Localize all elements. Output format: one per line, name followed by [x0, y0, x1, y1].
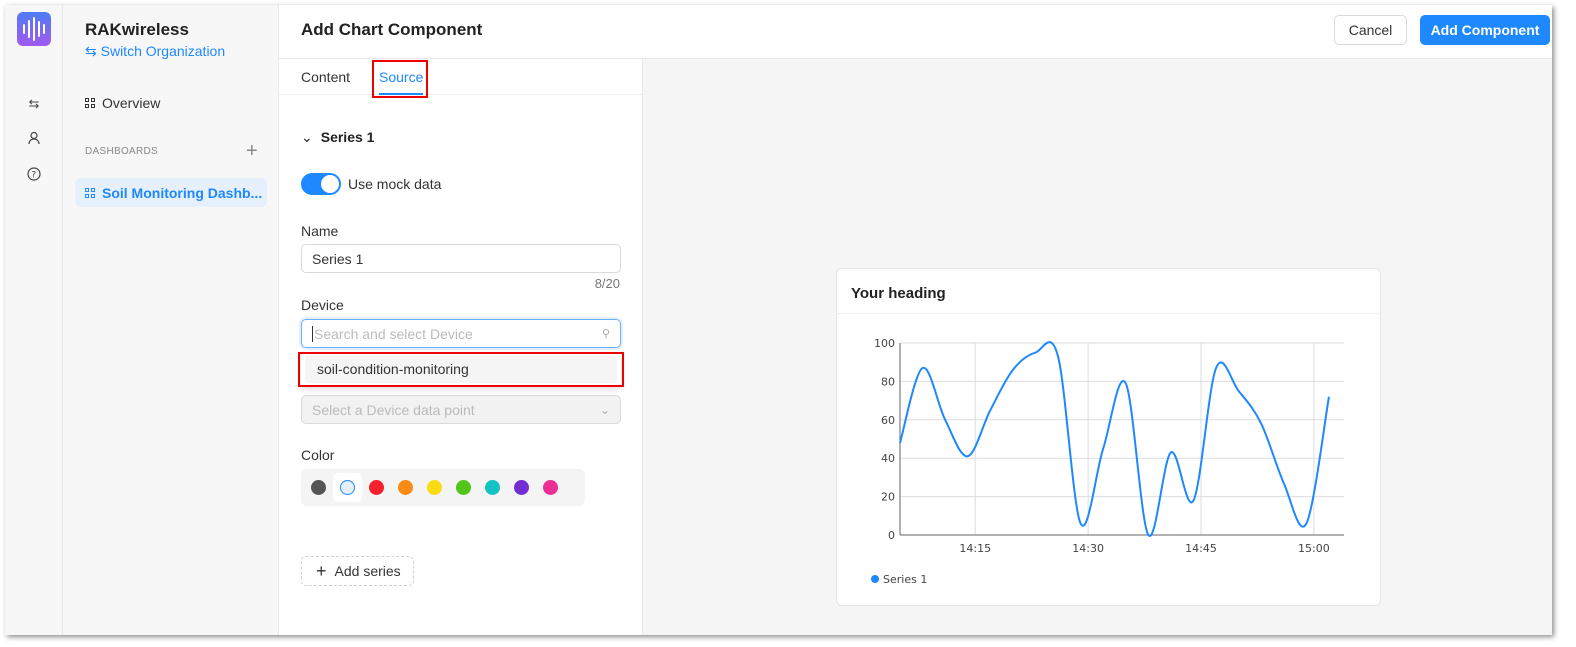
x-tick-label: 14:15: [959, 542, 991, 555]
x-tick-label: 14:45: [1185, 542, 1217, 555]
color-swatch[interactable]: [333, 473, 362, 502]
datapoint-placeholder: Select a Device data point: [312, 401, 475, 418]
chevron-down-icon: ⌄: [301, 129, 313, 145]
device-placeholder: Search and select Device: [312, 325, 473, 342]
app-logo[interactable]: [17, 12, 51, 46]
mock-data-toggle[interactable]: [301, 173, 341, 195]
x-tick-label: 15:00: [1298, 542, 1330, 555]
dashboards-heading: DASHBOARDS: [85, 146, 159, 157]
name-input[interactable]: Series 1: [301, 244, 621, 273]
overview-label: Overview: [102, 94, 161, 111]
y-tick-label: 60: [881, 414, 895, 427]
color-dot: [514, 480, 529, 495]
chart-card: Your heading 0 20 40 60 80 100 14:15 14:30 14:45…: [836, 268, 1381, 606]
color-swatch[interactable]: [507, 473, 536, 502]
color-dot: [311, 480, 326, 495]
name-label: Name: [301, 223, 339, 239]
y-tick-label: 40: [881, 452, 895, 465]
page-title: Add Chart Component: [301, 20, 483, 39]
color-dot: [456, 480, 471, 495]
tab-content[interactable]: Content: [301, 69, 350, 85]
grid-icon: [85, 187, 95, 198]
plus-icon: +: [316, 560, 327, 581]
chart-heading: Your heading: [837, 269, 1380, 314]
switch-icon: ⇆: [85, 43, 101, 59]
grid-icon: [85, 97, 95, 108]
datapoint-select[interactable]: Select a Device data point ⌄: [301, 395, 621, 424]
chevron-down-icon: ⌄: [599, 402, 610, 417]
svg-text:?: ?: [31, 171, 36, 181]
device-dropdown: soil-condition-monitoring: [298, 352, 624, 387]
color-dot: [485, 480, 500, 495]
cancel-button[interactable]: Cancel: [1334, 15, 1407, 45]
color-palette: [301, 469, 585, 506]
color-swatch[interactable]: [362, 473, 391, 502]
switch-organization-link[interactable]: ⇆ Switch Organization: [85, 43, 225, 60]
y-tick-label: 80: [881, 375, 895, 388]
search-icon: ⚲: [601, 328, 610, 340]
user-icon[interactable]: [25, 131, 43, 149]
device-label: Device: [301, 297, 344, 313]
color-dot: [543, 480, 558, 495]
app-window: ⇆ ? RAKwireless ⇆ Switch Organization Ov…: [5, 5, 1552, 635]
color-swatch[interactable]: [536, 473, 565, 502]
x-tick-label: 14:30: [1072, 542, 1104, 555]
color-swatch[interactable]: [304, 473, 333, 502]
color-dot: [427, 480, 442, 495]
dashboard-label: Soil Monitoring Dashb...: [102, 184, 263, 201]
series-collapse-header[interactable]: ⌄ Series 1: [301, 129, 374, 146]
color-swatch[interactable]: [420, 473, 449, 502]
mock-data-label: Use mock data: [348, 176, 442, 192]
color-label: Color: [301, 447, 335, 463]
y-tick-label: 20: [881, 491, 895, 504]
add-series-button[interactable]: + Add series: [301, 556, 414, 586]
highlight-box: [372, 60, 428, 98]
org-name: RAKwireless: [85, 20, 189, 39]
icon-rail: ⇆ ?: [5, 5, 63, 635]
add-series-label: Add series: [334, 563, 401, 579]
color-swatch[interactable]: [478, 473, 507, 502]
color-swatch[interactable]: [449, 473, 478, 502]
switch-label: Switch Organization: [100, 43, 226, 59]
color-dot: [398, 480, 413, 495]
sidebar: RAKwireless ⇆ Switch Organization Overvi…: [63, 5, 279, 635]
device-search-input[interactable]: Search and select Device ⚲: [301, 319, 621, 348]
color-swatch[interactable]: [391, 473, 420, 502]
legend-label: Series 1: [883, 573, 927, 586]
sidebar-item-soil-dashboard[interactable]: Soil Monitoring Dashb...: [75, 178, 267, 207]
add-component-button[interactable]: Add Component: [1420, 15, 1550, 45]
header: Add Chart Component Cancel Add Component: [279, 5, 1552, 59]
swap-icon[interactable]: ⇆: [25, 95, 43, 113]
color-dot: [340, 480, 355, 495]
line-chart: 0 20 40 60 80 100 14:15 14:30 14:45 15:00 Series 1: [871, 337, 1344, 586]
sidebar-item-overview[interactable]: Overview: [75, 88, 267, 117]
highlight-box: [298, 352, 624, 387]
y-tick-label: 0: [888, 529, 895, 542]
form-panel: Content Source ⌄ Series 1 Use mock data N…: [279, 59, 643, 635]
preview-area: Your heading 0 20 40 60 80 100 14:15 14:30 14:45…: [643, 59, 1552, 635]
series-line: [899, 341, 1330, 537]
name-char-count: 8/20: [594, 276, 620, 291]
color-dot: [369, 480, 384, 495]
series-title: Series 1: [320, 129, 375, 145]
y-tick-label: 100: [874, 337, 895, 350]
help-icon[interactable]: ?: [25, 167, 43, 185]
legend-marker: [871, 575, 879, 583]
add-dashboard-icon[interactable]: +: [246, 141, 258, 161]
tabs: Content Source: [279, 59, 642, 98]
